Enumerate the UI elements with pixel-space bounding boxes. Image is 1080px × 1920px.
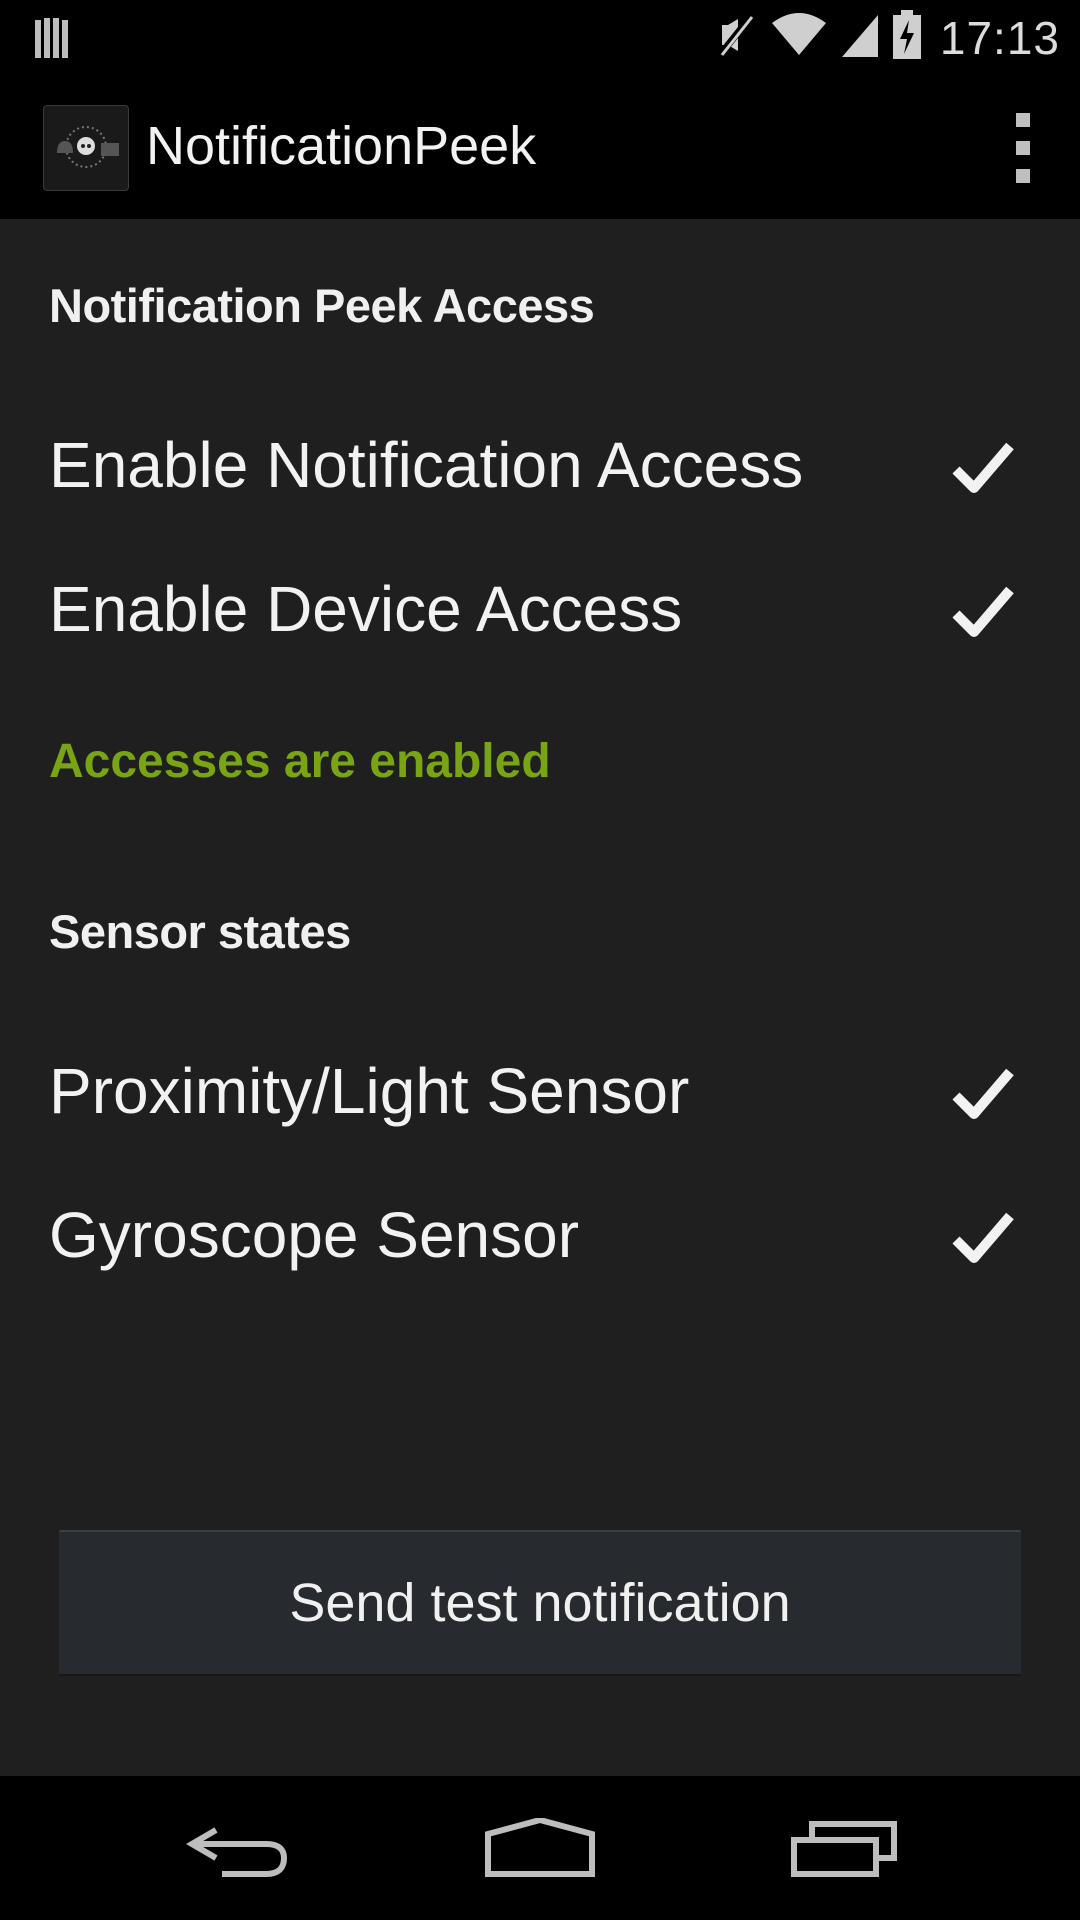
checkmark-icon[interactable] (952, 1066, 1014, 1120)
navigation-bar (0, 1776, 1080, 1920)
send-test-notification-button[interactable]: Send test notification (59, 1530, 1021, 1676)
pref-proximity-light-sensor[interactable]: Proximity/Light Sensor (0, 1016, 1080, 1156)
pref-label: Enable Notification Access (49, 429, 804, 501)
action-bar: NotificationPeek (0, 75, 1080, 219)
app-icon[interactable] (43, 105, 129, 191)
section-header-access: Notification Peek Access (49, 279, 595, 332)
app-title: NotificationPeek (146, 116, 537, 176)
back-icon[interactable] (186, 1818, 290, 1887)
wifi-icon (770, 11, 828, 64)
home-icon[interactable] (484, 1816, 596, 1887)
overflow-menu-icon[interactable] (1008, 113, 1038, 183)
status-bar: 17:13 (0, 0, 1080, 75)
pref-label: Proximity/Light Sensor (49, 1055, 690, 1127)
status-time: 17:13 (939, 11, 1060, 64)
battery-charging-icon (892, 10, 922, 65)
recents-icon[interactable] (790, 1818, 898, 1887)
checkmark-icon[interactable] (952, 584, 1014, 638)
mute-icon (714, 11, 758, 64)
access-status-text: Accesses are enabled (49, 735, 551, 788)
notification-icon (34, 14, 72, 65)
checkmark-icon[interactable] (952, 1210, 1014, 1264)
pref-enable-notification-access[interactable]: Enable Notification Access (0, 390, 1080, 530)
pref-gyroscope-sensor[interactable]: Gyroscope Sensor (0, 1160, 1080, 1300)
signal-icon (840, 11, 880, 64)
pref-label: Enable Device Access (49, 573, 683, 645)
section-header-sensors: Sensor states (49, 905, 351, 958)
pref-label: Gyroscope Sensor (49, 1199, 580, 1271)
pref-enable-device-access[interactable]: Enable Device Access (0, 534, 1080, 674)
checkmark-icon[interactable] (952, 440, 1014, 494)
